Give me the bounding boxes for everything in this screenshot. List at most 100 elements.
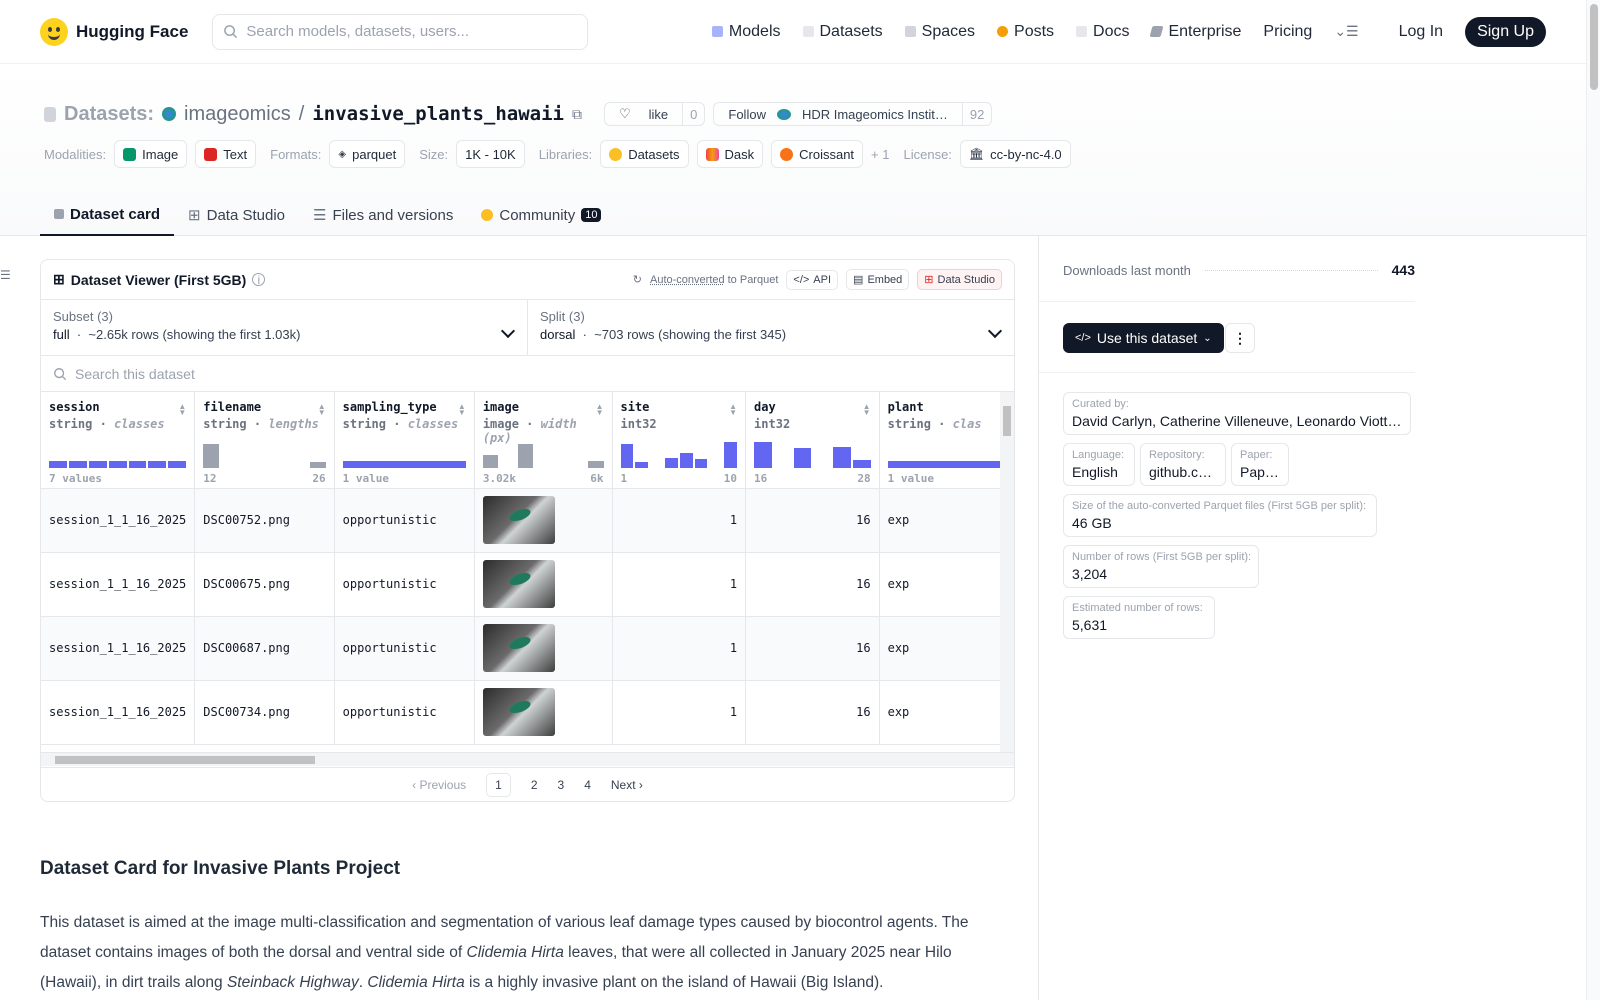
hist-bar[interactable] [694, 458, 708, 468]
cell-plant[interactable]: exp [879, 488, 1014, 553]
nav-datasets[interactable]: Datasets [802, 23, 883, 41]
auto-converted-link[interactable]: Auto-converted [650, 274, 725, 286]
org-link[interactable]: imageomics [184, 103, 291, 126]
cell-session[interactable]: session_1_1_16_2025 [41, 680, 196, 745]
paper-link[interactable]: Paper: [1240, 464, 1280, 480]
cell-plant[interactable]: exp [879, 680, 1014, 745]
libraries-more[interactable]: + 1 [871, 147, 889, 162]
hist-bar[interactable] [108, 460, 127, 468]
tab-data-studio[interactable]: ⊞ Data Studio [174, 194, 299, 236]
cell-site[interactable]: 1 [612, 680, 747, 745]
global-search[interactable] [212, 13, 589, 50]
repository-link[interactable]: github.com [1149, 464, 1217, 480]
hist-bar[interactable] [724, 441, 737, 468]
nav-docs[interactable]: Docs [1076, 23, 1129, 41]
hist-bar[interactable] [88, 460, 107, 468]
data-studio-button[interactable]: ⊞ Data Studio [917, 269, 1002, 290]
sort-icon[interactable]: ▲ ▼ [458, 403, 466, 417]
sort-icon[interactable]: ▲ ▼ [596, 403, 604, 417]
page-1-button[interactable]: 1 [486, 772, 511, 797]
signup-button[interactable]: Sign Up [1465, 16, 1546, 47]
hist-bar[interactable] [517, 443, 534, 468]
hist-bar[interactable] [664, 457, 678, 468]
page-3-button[interactable]: 3 [558, 778, 565, 792]
hist-bar[interactable] [679, 452, 693, 468]
table-row[interactable]: session_1_1_16_2025 DSC00675.png opportu… [41, 552, 1014, 617]
nav-posts[interactable]: Posts [997, 23, 1054, 41]
nav-enterprise[interactable]: Enterprise [1150, 23, 1241, 41]
cell-session[interactable]: session_1_1_16_2025 [41, 552, 196, 617]
leaf-image-thumbnail[interactable] [482, 624, 555, 672]
hist-bar[interactable] [128, 460, 147, 468]
leaf-image-thumbnail[interactable] [482, 496, 555, 544]
tag-datasets-lib[interactable]: Datasets [600, 140, 689, 168]
column-header-plant[interactable]: plant string · clas 1 value [879, 392, 1014, 489]
column-header-site[interactable]: site int32 ▲ ▼ 1 10 [612, 392, 747, 489]
subset-select[interactable]: Subset (3) full · ~2.65k rows (showing t… [41, 300, 527, 355]
more-options-button[interactable]: ⋮ [1225, 323, 1255, 353]
language-value[interactable]: English [1072, 464, 1126, 480]
cell-day[interactable]: 16 [745, 616, 880, 681]
copy-icon[interactable]: ⧉ [572, 106, 582, 123]
cell-site[interactable]: 1 [612, 616, 747, 681]
brand-logo[interactable]: Hugging Face [40, 17, 188, 46]
tag-dask[interactable]: Dask [696, 140, 764, 168]
tag-license[interactable]: 🏛 cc-by-nc-4.0 [959, 140, 1071, 168]
cell-plant[interactable]: exp [879, 552, 1014, 617]
cell-day[interactable]: 16 [745, 680, 880, 745]
hist-bar[interactable] [342, 460, 466, 468]
tag-text[interactable]: Text [195, 140, 257, 168]
cell-filename[interactable]: DSC00752.png [194, 488, 335, 553]
tag-parquet[interactable]: ◈ parquet [329, 140, 406, 168]
repo-name[interactable]: invasive_plants_hawaii [312, 103, 564, 125]
column-header-day[interactable]: day int32 ▲ ▼ 16 28 [745, 392, 880, 489]
hist-bar[interactable] [49, 460, 67, 468]
cell-session[interactable]: session_1_1_16_2025 [41, 616, 196, 681]
hist-bar[interactable] [168, 460, 187, 468]
cell-site[interactable]: 1 [612, 488, 747, 553]
sort-icon[interactable]: ▲ ▼ [178, 403, 186, 417]
cell-day[interactable]: 16 [745, 552, 880, 617]
cell-session[interactable]: session_1_1_16_2025 [41, 488, 196, 553]
nav-spaces[interactable]: Spaces [904, 23, 975, 41]
scrollbar-thumb[interactable] [55, 756, 315, 764]
hist-bar[interactable] [482, 454, 499, 468]
cell-filename[interactable]: DSC00734.png [194, 680, 335, 745]
hist-bar[interactable] [793, 447, 812, 468]
sort-icon[interactable]: ▲ ▼ [318, 403, 326, 417]
table-row[interactable]: session_1_1_16_2025 DSC00752.png opportu… [41, 488, 1014, 553]
grid-vertical-scrollbar[interactable] [1000, 392, 1014, 752]
use-this-dataset-button[interactable]: </> Use this dataset ⌄ [1063, 323, 1224, 353]
global-search-input[interactable] [246, 23, 567, 40]
page-scrollbar[interactable] [1586, 0, 1600, 1000]
api-button[interactable]: </> API [786, 269, 839, 290]
hist-bar[interactable] [148, 460, 167, 468]
split-select[interactable]: Split (3) dorsal · ~703 rows (showing th… [527, 300, 1014, 355]
sidebar-toggle-icon[interactable]: ☰ [0, 268, 11, 282]
like-button[interactable]: ♡ like 0 [603, 102, 706, 126]
table-row[interactable]: session_1_1_16_2025 DSC00687.png opportu… [41, 616, 1014, 681]
tab-dataset-card[interactable]: Dataset card [40, 194, 175, 236]
cell-day[interactable]: 16 [745, 488, 880, 553]
hist-bar[interactable] [833, 446, 851, 468]
cell-sampling-type[interactable]: opportunistic [334, 616, 475, 681]
login-link[interactable]: Log In [1399, 23, 1443, 41]
table-row[interactable]: session_1_1_16_2025 DSC00734.png opportu… [41, 680, 1014, 745]
hist-bar[interactable] [309, 461, 326, 468]
tag-croissant[interactable]: Croissant [771, 140, 864, 168]
leaf-image-thumbnail[interactable] [482, 560, 555, 608]
hist-bar[interactable] [754, 441, 772, 468]
sort-icon[interactable]: ▲ ▼ [863, 403, 871, 417]
column-header-filename[interactable]: filename string · lengths ▲ ▼ 12 26 [194, 392, 335, 489]
hist-bar[interactable] [635, 461, 649, 468]
cell-filename[interactable]: DSC00687.png [194, 616, 335, 681]
scrollbar-thumb[interactable] [1003, 406, 1011, 436]
embed-button[interactable]: ▤ Embed [846, 269, 910, 290]
hist-bar[interactable] [887, 460, 1014, 468]
tab-files-and-versions[interactable]: ☰ Files and versions [299, 194, 467, 236]
hist-bar[interactable] [588, 460, 604, 468]
nav-more-menu[interactable]: ⌄☰ [1334, 23, 1358, 40]
hist-bar[interactable] [620, 443, 634, 468]
cell-plant[interactable]: exp [879, 616, 1014, 681]
column-header-sampling-type[interactable]: sampling_type string · classes ▲ ▼ 1 value [334, 392, 475, 489]
